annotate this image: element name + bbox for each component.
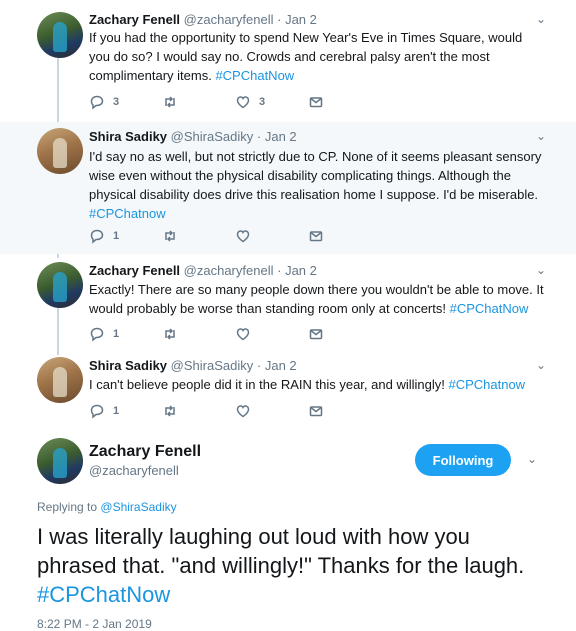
hashtag-link[interactable]: #CPChatnow	[448, 377, 525, 392]
like-count: 3	[259, 96, 266, 108]
author-name[interactable]: Zachary Fenell	[89, 263, 180, 278]
author-name[interactable]: Zachary Fenell	[89, 443, 201, 461]
tweet-text: Exactly! There are so many people down t…	[89, 282, 544, 316]
tweet-reply[interactable]: Zachary Fenell @zacharyfenell · Jan 2 ⌄ …	[0, 0, 576, 122]
reply-button[interactable]: 1	[89, 325, 119, 343]
reply-icon	[90, 95, 104, 110]
like-button[interactable]: 3	[235, 93, 265, 111]
like-icon	[236, 405, 250, 418]
retweet-icon	[165, 405, 175, 417]
author-handle[interactable]: @ShiraSadiky	[171, 358, 254, 373]
tweet-text: I'd say no as well, but not strictly due…	[89, 149, 542, 221]
author-name[interactable]: Zachary Fenell	[89, 12, 180, 27]
message-button[interactable]	[308, 227, 324, 245]
like-button[interactable]	[235, 402, 259, 420]
separator-dot: ·	[256, 358, 262, 373]
tweet-reply[interactable]: Shira Sadiky @ShiraSadiky · Jan 2 ⌄ I'd …	[0, 122, 576, 254]
hashtag-link[interactable]: #CPChatnow	[89, 206, 166, 221]
reply-icon	[90, 404, 104, 419]
chevron-down-icon[interactable]: ⌄	[536, 358, 546, 372]
tweet-date[interactable]: Jan 2	[265, 129, 297, 144]
chevron-down-icon[interactable]: ⌄	[536, 263, 546, 277]
author-handle[interactable]: @ShiraSadiky	[171, 129, 254, 144]
reply-count: 1	[113, 328, 120, 340]
avatar[interactable]	[37, 262, 83, 308]
reply-button[interactable]: 3	[89, 93, 119, 111]
message-icon	[309, 329, 323, 340]
like-icon	[236, 230, 250, 243]
retweet-button[interactable]	[162, 325, 186, 343]
tweet-text: If you had the opportunity to spend New …	[89, 30, 523, 83]
tweet-date[interactable]: Jan 2	[265, 358, 297, 373]
tweet-text: I was literally laughing out loud with h…	[37, 524, 525, 607]
separator-dot: ·	[277, 12, 282, 27]
message-button[interactable]	[308, 93, 324, 111]
like-button[interactable]	[235, 227, 259, 245]
separator-dot: ·	[256, 129, 262, 144]
tweet-actions: 1	[89, 325, 349, 343]
tweet-reply[interactable]: Zachary Fenell @zacharyfenell · Jan 2 ⌄ …	[0, 254, 576, 350]
message-icon	[309, 231, 323, 242]
reply-button[interactable]: 1	[89, 227, 119, 245]
message-icon	[309, 97, 323, 108]
message-button[interactable]	[308, 325, 324, 343]
retweet-button[interactable]	[162, 227, 186, 245]
author-name[interactable]: Shira Sadiky	[89, 129, 167, 144]
separator-dot: ·	[277, 263, 282, 278]
message-button[interactable]	[308, 402, 324, 420]
avatar[interactable]	[37, 357, 83, 403]
chevron-down-icon[interactable]: ⌄	[536, 129, 546, 143]
author-handle[interactable]: @zacharyfenell	[184, 263, 274, 278]
reply-icon	[90, 327, 104, 342]
hashtag-link[interactable]: #CPChatNow	[450, 301, 529, 316]
author-handle[interactable]: @zacharyfenell	[89, 463, 179, 478]
retweet-icon	[165, 230, 175, 242]
avatar[interactable]	[37, 128, 83, 174]
mention-link[interactable]: @ShiraSadiky	[100, 500, 176, 514]
hashtag-link[interactable]: #CPChatNow	[215, 68, 294, 83]
tweet-reply[interactable]: Shira Sadiky @ShiraSadiky · Jan 2 ⌄ I ca…	[0, 350, 576, 428]
message-icon	[309, 406, 323, 417]
chevron-down-icon[interactable]: ⌄	[527, 452, 537, 466]
retweet-icon	[165, 96, 175, 108]
retweet-button[interactable]	[162, 402, 186, 420]
reply-icon	[90, 229, 104, 244]
following-button[interactable]: Following	[415, 444, 511, 476]
tweet-timestamp[interactable]: 8:22 PM - 2 Jan 2019	[37, 617, 152, 631]
reply-count: 3	[113, 96, 120, 108]
author-name[interactable]: Shira Sadiky	[89, 358, 167, 373]
tweet-actions: 3 3	[89, 93, 349, 111]
replying-to: Replying to @ShiraSadiky	[37, 500, 177, 514]
like-icon	[236, 328, 250, 341]
author-handle[interactable]: @zacharyfenell	[184, 12, 274, 27]
chevron-down-icon[interactable]: ⌄	[536, 12, 546, 26]
tweet-date[interactable]: Jan 2	[285, 263, 317, 278]
reply-count: 1	[113, 405, 120, 417]
like-icon	[236, 96, 250, 109]
tweet-actions: 1	[89, 227, 349, 245]
avatar[interactable]	[37, 12, 83, 58]
retweet-icon	[165, 328, 175, 340]
reply-count: 1	[113, 230, 120, 242]
tweet-text: I can't believe people did it in the RAI…	[89, 377, 526, 392]
reply-button[interactable]: 1	[89, 402, 119, 420]
like-button[interactable]	[235, 325, 259, 343]
tweet-actions: 1	[89, 402, 349, 420]
tweet-date[interactable]: Jan 2	[285, 12, 317, 27]
hashtag-link[interactable]: #CPChatNow	[37, 582, 170, 607]
avatar[interactable]	[37, 438, 83, 484]
retweet-button[interactable]	[162, 93, 186, 111]
